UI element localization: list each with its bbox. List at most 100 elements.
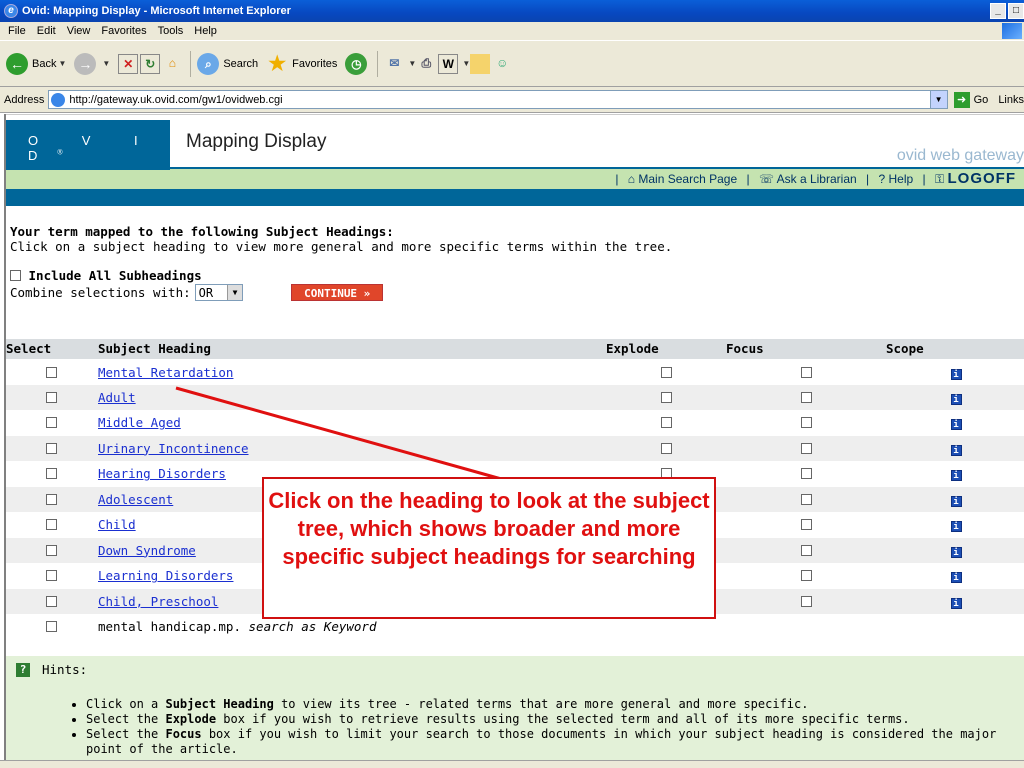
subject-heading-link[interactable]: Learning Disorders [98, 568, 233, 583]
nav-divider: | [922, 172, 926, 186]
focus-checkbox[interactable] [800, 570, 812, 582]
menu-tools[interactable]: Tools [154, 25, 191, 37]
status-bar [0, 760, 1024, 768]
select-checkbox[interactable] [45, 391, 57, 403]
subject-heading-link[interactable]: Down Syndrome [98, 543, 196, 558]
menu-favorites[interactable]: Favorites [97, 25, 153, 37]
chevron-down-icon: ▼ [462, 59, 471, 68]
hint-item: Click on a Subject Heading to view its t… [86, 697, 1024, 712]
select-checkbox[interactable] [45, 621, 57, 633]
links-button[interactable]: Links [998, 94, 1024, 106]
focus-checkbox[interactable] [800, 519, 812, 531]
header-blue-bar [6, 189, 1024, 206]
home-icon[interactable]: ⌂ [162, 54, 182, 74]
question-icon: ? [16, 662, 30, 677]
search-button[interactable]: ⌕ Search [197, 52, 259, 75]
page-icon [51, 92, 66, 107]
nav-divider: | [615, 172, 619, 186]
subject-heading-link[interactable]: Adult [98, 390, 136, 405]
scope-info-icon[interactable]: i [950, 521, 962, 533]
select-checkbox[interactable] [45, 366, 57, 378]
combine-select-value: OR [198, 285, 214, 300]
folder-icon[interactable] [470, 53, 491, 74]
refresh-icon[interactable]: ↻ [140, 53, 161, 74]
subject-heading-link[interactable]: Child [98, 517, 136, 532]
col-scope: Scope [886, 339, 1024, 360]
explode-checkbox[interactable] [660, 391, 672, 403]
chevron-down-icon: ▼ [408, 59, 417, 68]
focus-checkbox[interactable] [800, 595, 812, 607]
focus-checkbox[interactable] [800, 391, 812, 403]
star-icon: ★ [268, 52, 287, 75]
scope-info-icon[interactable]: i [950, 368, 962, 380]
select-checkbox[interactable] [45, 595, 57, 607]
select-checkbox[interactable] [45, 442, 57, 454]
focus-checkbox[interactable] [800, 544, 812, 556]
scope-info-icon[interactable]: i [950, 495, 962, 507]
help-link[interactable]: Help [889, 172, 914, 186]
focus-checkbox[interactable] [800, 468, 812, 480]
focus-checkbox[interactable] [800, 417, 812, 429]
select-checkbox[interactable] [45, 544, 57, 556]
history-icon[interactable]: ◷ [345, 52, 368, 75]
callout-box: Click on the heading to look at the subj… [262, 477, 716, 619]
mail-icon[interactable]: ✉ [384, 54, 404, 74]
select-checkbox[interactable] [45, 519, 57, 531]
word-icon[interactable]: W [438, 53, 459, 74]
page-content: O V I D® Mapping Display ovid web gatewa… [4, 114, 1024, 760]
focus-checkbox[interactable] [800, 366, 812, 378]
minimize-icon[interactable]: _ [990, 3, 1006, 19]
menu-view[interactable]: View [63, 25, 98, 37]
menu-help[interactable]: Help [190, 25, 224, 37]
forward-button[interactable]: → ▼ [74, 52, 110, 75]
logoff-link[interactable]: LOGOFF [948, 170, 1017, 187]
stop-icon[interactable]: ✕ [118, 53, 139, 74]
messenger-icon[interactable]: ☺ [492, 54, 512, 74]
favorites-button[interactable]: ★ Favorites [266, 53, 337, 75]
focus-checkbox[interactable] [800, 493, 812, 505]
select-checkbox[interactable] [45, 417, 57, 429]
ask-librarian-link[interactable]: Ask a Librarian [777, 172, 857, 186]
scope-info-icon[interactable]: i [950, 419, 962, 431]
main-search-link[interactable]: Main Search Page [638, 172, 737, 186]
explode-checkbox[interactable] [660, 442, 672, 454]
go-button[interactable]: ➜ Go [953, 91, 988, 108]
menu-edit[interactable]: Edit [33, 25, 63, 37]
select-checkbox[interactable] [45, 493, 57, 505]
explode-checkbox[interactable] [660, 417, 672, 429]
address-bar: Address http://gateway.uk.ovid.com/gw1/o… [0, 87, 1024, 113]
menu-file[interactable]: File [4, 25, 33, 37]
address-input[interactable]: http://gateway.uk.ovid.com/gw1/ovidweb.c… [48, 90, 948, 109]
chevron-down-icon[interactable]: ▼ [929, 91, 947, 108]
focus-checkbox[interactable] [800, 442, 812, 454]
maximize-icon[interactable]: □ [1008, 3, 1024, 19]
go-arrow-icon: ➜ [953, 91, 970, 108]
select-checkbox[interactable] [45, 570, 57, 582]
scope-info-icon[interactable]: i [950, 470, 962, 482]
menu-bar: File Edit View Favorites Tools Help [0, 22, 1024, 40]
print-icon[interactable]: ⎙ [416, 54, 436, 74]
subject-heading-link[interactable]: Child, Preschool [98, 594, 218, 609]
scope-info-icon[interactable]: i [950, 597, 962, 609]
explode-checkbox[interactable] [660, 366, 672, 378]
include-subheadings-checkbox[interactable] [10, 270, 21, 281]
scope-info-icon[interactable]: i [950, 444, 962, 456]
subject-heading-link[interactable]: Urinary Incontinence [98, 441, 249, 456]
back-label: Back [32, 57, 57, 70]
librarian-icon: ☏ [758, 172, 774, 186]
subject-heading-link[interactable]: Mental Retardation [98, 365, 233, 380]
subject-heading-link[interactable]: Adolescent [98, 492, 173, 507]
back-button[interactable]: ← Back ▼ [6, 52, 66, 75]
select-checkbox[interactable] [45, 468, 57, 480]
combine-select[interactable]: OR ▼ [194, 284, 244, 301]
scope-info-icon[interactable]: i [950, 546, 962, 558]
toolbar-divider [190, 50, 192, 77]
hint-text: Select the [86, 727, 166, 741]
continue-button[interactable]: CONTINUE » [291, 284, 384, 301]
scope-info-icon[interactable]: i [950, 393, 962, 405]
subject-heading-link[interactable]: Middle Aged [98, 415, 181, 430]
scope-info-icon[interactable]: i [950, 572, 962, 584]
subject-heading-link[interactable]: Hearing Disorders [98, 466, 226, 481]
ovid-header: O V I D® Mapping Display ovid web gatewa… [6, 114, 1024, 170]
search-label: Search [223, 57, 259, 70]
